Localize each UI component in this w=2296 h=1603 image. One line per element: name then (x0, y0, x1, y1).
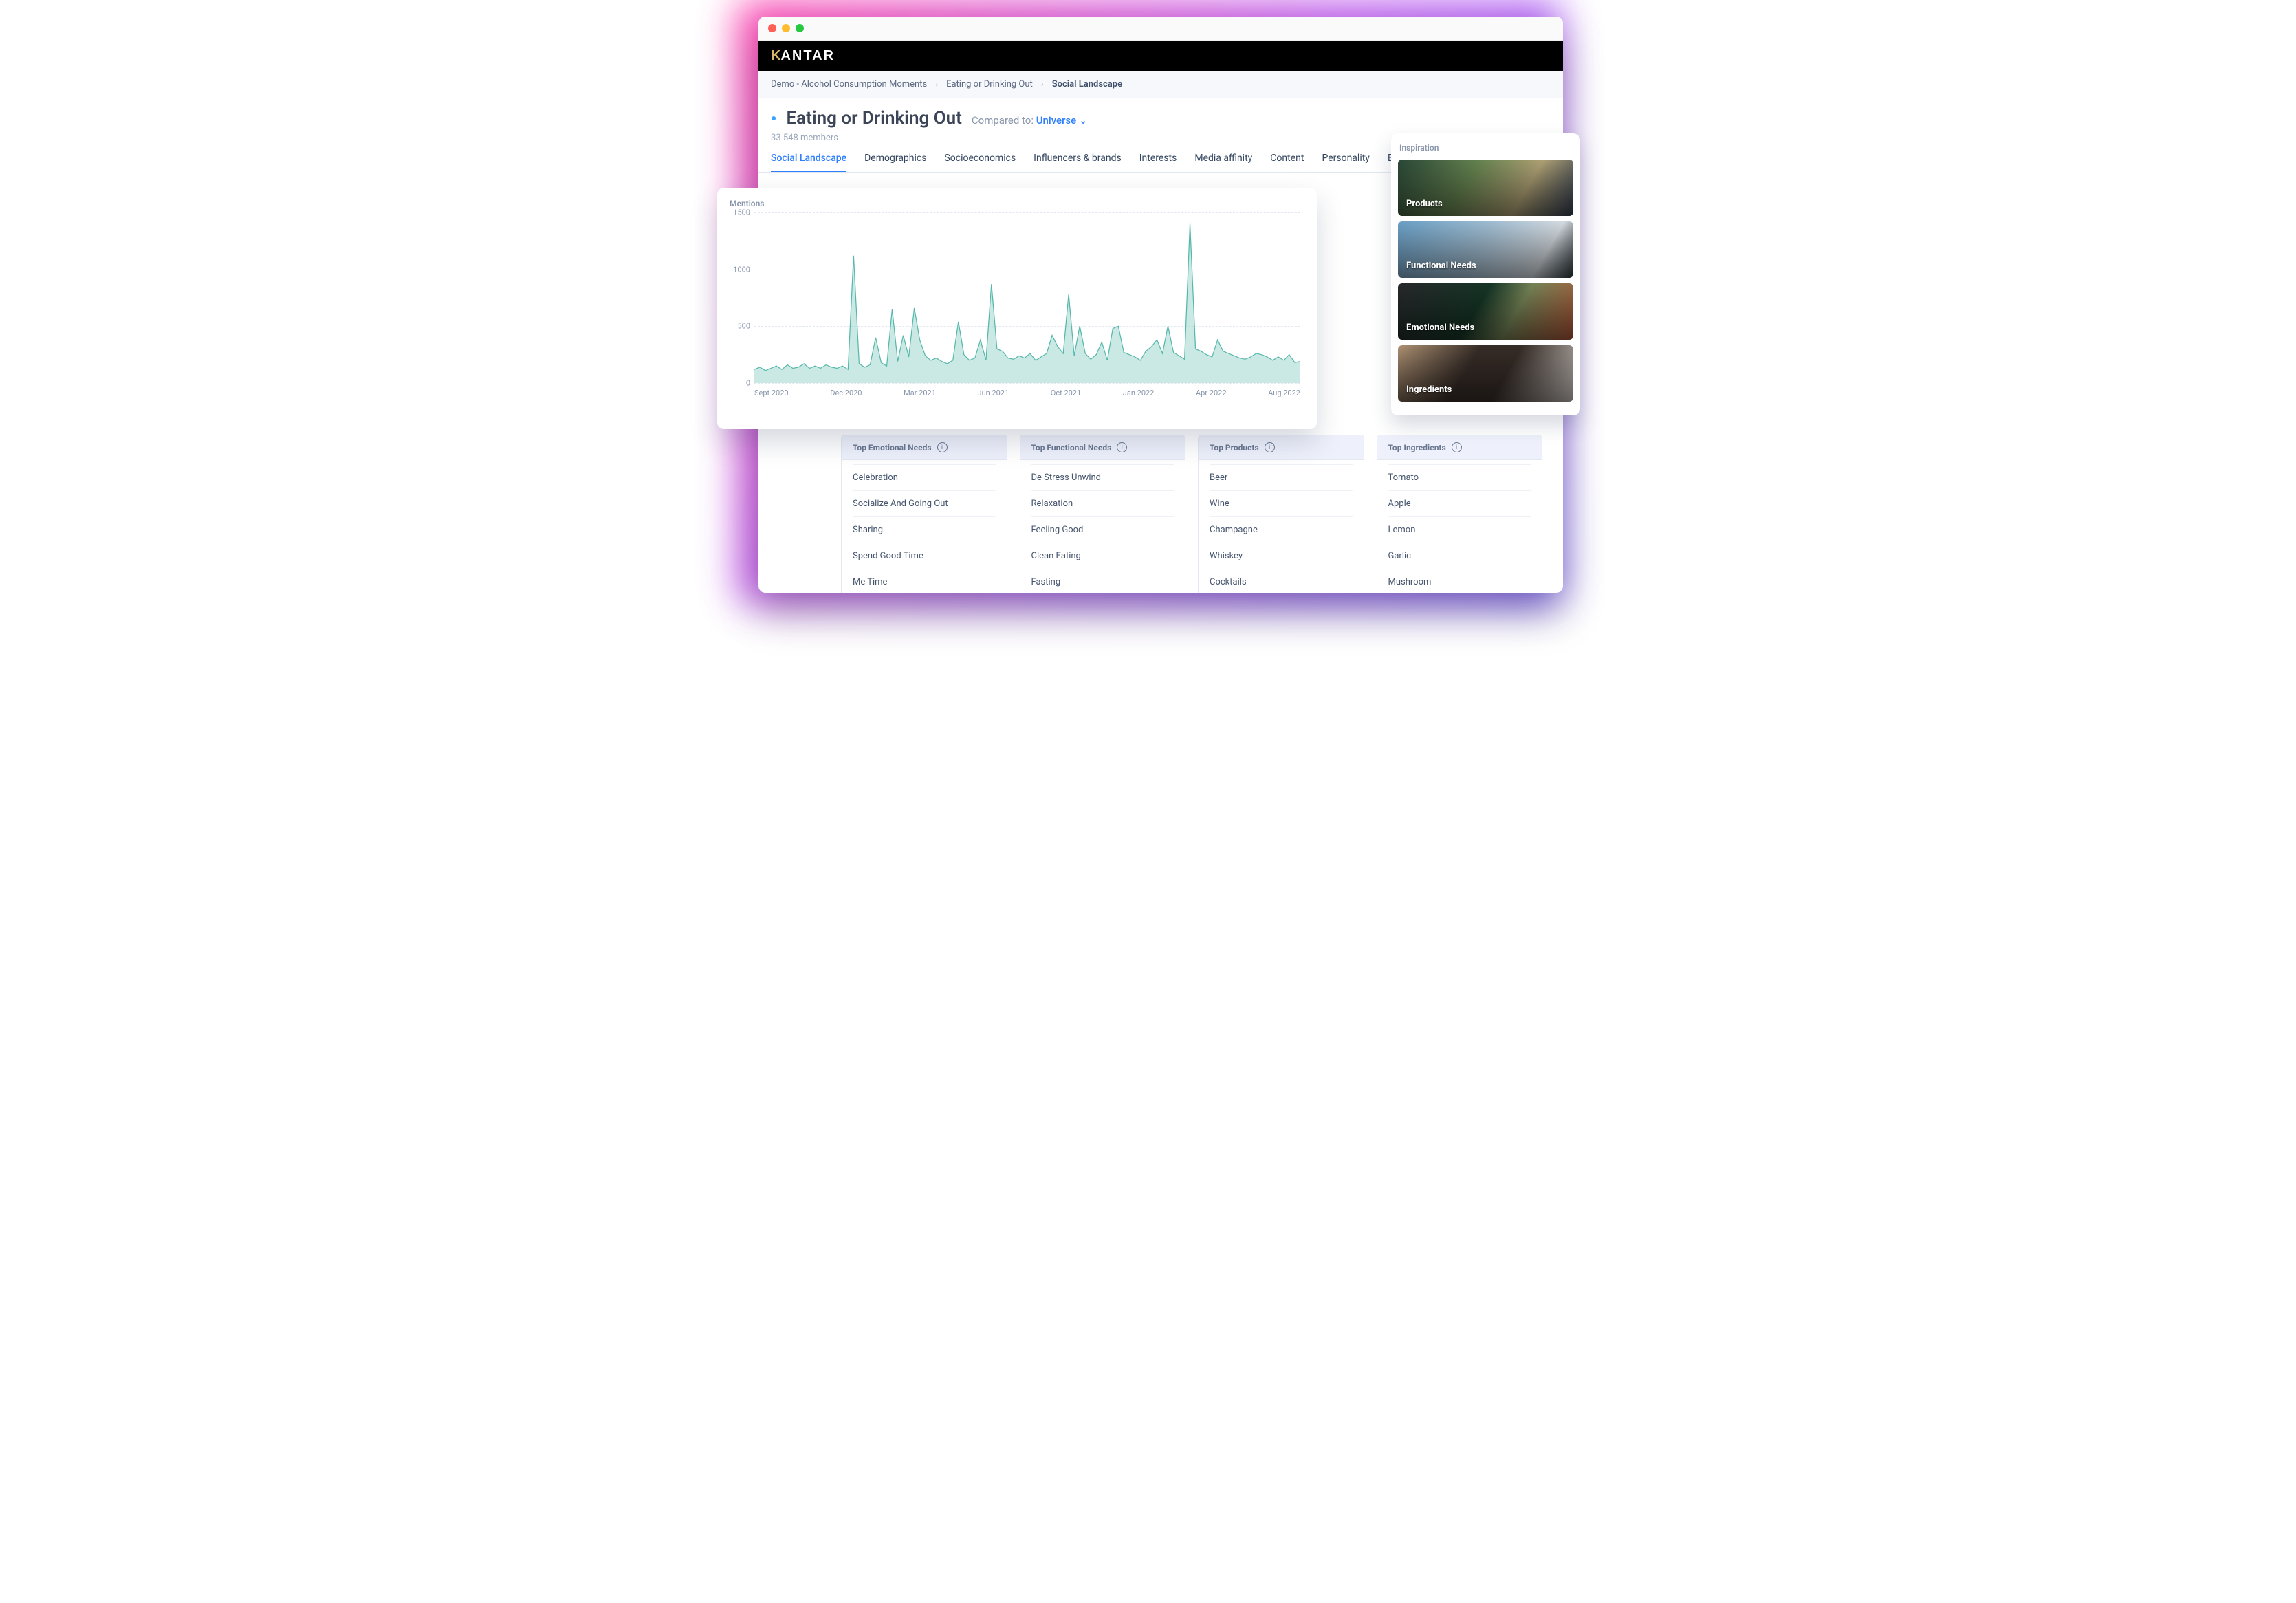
inspiration-panel: Inspiration Products Functional Needs Em… (1391, 133, 1580, 415)
chart-x-tick: Sept 2020 (754, 389, 789, 397)
list-item[interactable]: De Stress Unwind (1031, 464, 1174, 490)
list-item[interactable]: Cocktails (1210, 569, 1353, 593)
app-topbar: KANTAR (758, 41, 1563, 71)
list-item[interactable]: Feeling Good (1031, 516, 1174, 543)
info-icon[interactable]: i (1265, 442, 1275, 452)
inspiration-ingredients[interactable]: Ingredients (1398, 345, 1573, 402)
mentions-chart[interactable]: 050010001500 (754, 212, 1300, 383)
chart-x-tick: Apr 2022 (1196, 389, 1227, 397)
chart-y-tick: 500 (728, 322, 750, 331)
list-item[interactable]: Socialize And Going Out (853, 490, 996, 516)
inspiration-emotional-needs[interactable]: Emotional Needs (1398, 283, 1573, 340)
chart-y-tick: 0 (728, 379, 750, 388)
chart-x-tick: Aug 2022 (1268, 389, 1300, 397)
page-title: Eating or Drinking Out (786, 108, 961, 129)
chart-x-tick: Jan 2022 (1123, 389, 1155, 397)
list-item[interactable]: Fasting (1031, 569, 1174, 593)
inspiration-products[interactable]: Products (1398, 160, 1573, 216)
window-minimize-button[interactable] (782, 24, 790, 32)
list-item[interactable]: Whiskey (1210, 543, 1353, 569)
title-marker-icon: ● (771, 112, 776, 124)
chart-title: Mentions (730, 199, 1300, 208)
top-emotional-needs-card: Top Emotional Needs i Celebration Sociali… (841, 435, 1007, 593)
list-item[interactable]: Tomato (1388, 464, 1531, 490)
info-icon[interactable]: i (1452, 442, 1462, 452)
tab-demographics[interactable]: Demographics (864, 153, 926, 172)
list-item[interactable]: Clean Eating (1031, 543, 1174, 569)
info-icon[interactable]: i (1117, 442, 1127, 452)
chart-y-tick: 1000 (728, 265, 750, 274)
tab-interests[interactable]: Interests (1139, 153, 1177, 172)
top-lists-grid: Top Emotional Needs i Celebration Sociali… (841, 435, 1542, 593)
list-item[interactable]: Beer (1210, 464, 1353, 490)
list-item[interactable]: Relaxation (1031, 490, 1174, 516)
tab-content[interactable]: Content (1270, 153, 1304, 172)
breadcrumb-parent[interactable]: Eating or Drinking Out (946, 79, 1033, 89)
list-item[interactable]: Mushroom (1388, 569, 1531, 593)
tab-socioeconomics[interactable]: Socioeconomics (944, 153, 1016, 172)
brand-logo: KANTAR (771, 48, 835, 64)
card-title: Top Functional Needs (1031, 443, 1112, 452)
top-ingredients-card: Top Ingredients i Tomato Apple Lemon Garl… (1377, 435, 1543, 593)
chart-x-tick: Mar 2021 (904, 389, 936, 397)
window-zoom-button[interactable] (796, 24, 804, 32)
chart-y-tick: 1500 (728, 208, 750, 217)
compared-to: Compared to: Universe ⌄ (972, 114, 1088, 127)
inspiration-functional-needs[interactable]: Functional Needs (1398, 221, 1573, 278)
mentions-chart-card: Mentions 050010001500 Sept 2020Dec 2020M… (717, 188, 1317, 429)
chart-x-labels: Sept 2020 Dec 2020 Mar 2021 Jun 2021 Oct 202… (754, 389, 1300, 397)
window-close-button[interactable] (768, 24, 776, 32)
list-item[interactable]: Wine (1210, 490, 1353, 516)
list-item[interactable]: Garlic (1388, 543, 1531, 569)
compared-label: Compared to: (972, 114, 1034, 127)
chart-x-tick: Jun 2021 (978, 389, 1009, 397)
tab-media-affinity[interactable]: Media affinity (1194, 153, 1252, 172)
tab-influencers-brands[interactable]: Influencers & brands (1034, 153, 1122, 172)
chevron-down-icon: ⌄ (1079, 114, 1088, 127)
top-products-card: Top Products i Beer Wine Champagne Whiske… (1198, 435, 1364, 593)
chart-x-tick: Dec 2020 (830, 389, 862, 397)
breadcrumb: Demo - Alcohol Consumption Moments › Eat… (758, 71, 1563, 98)
card-title: Top Products (1210, 443, 1259, 452)
list-item[interactable]: Me Time (853, 569, 996, 593)
top-functional-needs-card: Top Functional Needs i De Stress Unwind R… (1020, 435, 1186, 593)
list-item[interactable]: Spend Good Time (853, 543, 996, 569)
list-item[interactable]: Lemon (1388, 516, 1531, 543)
info-icon[interactable]: i (937, 442, 948, 452)
chevron-right-icon: › (1041, 79, 1044, 89)
tab-social-landscape[interactable]: Social Landscape (771, 153, 846, 172)
breadcrumb-root[interactable]: Demo - Alcohol Consumption Moments (771, 79, 927, 89)
chevron-right-icon: › (935, 79, 938, 89)
compared-dropdown[interactable]: Universe ⌄ (1036, 114, 1088, 127)
tab-personality[interactable]: Personality (1322, 153, 1369, 172)
inspiration-title: Inspiration (1399, 143, 1572, 153)
chart-x-tick: Oct 2021 (1051, 389, 1081, 397)
breadcrumb-current: Social Landscape (1052, 79, 1122, 89)
list-item[interactable]: Sharing (853, 516, 996, 543)
list-item[interactable]: Champagne (1210, 516, 1353, 543)
window-titlebar (758, 17, 1563, 41)
card-title: Top Emotional Needs (853, 443, 932, 452)
card-title: Top Ingredients (1388, 443, 1446, 452)
list-item[interactable]: Apple (1388, 490, 1531, 516)
list-item[interactable]: Celebration (853, 464, 996, 490)
